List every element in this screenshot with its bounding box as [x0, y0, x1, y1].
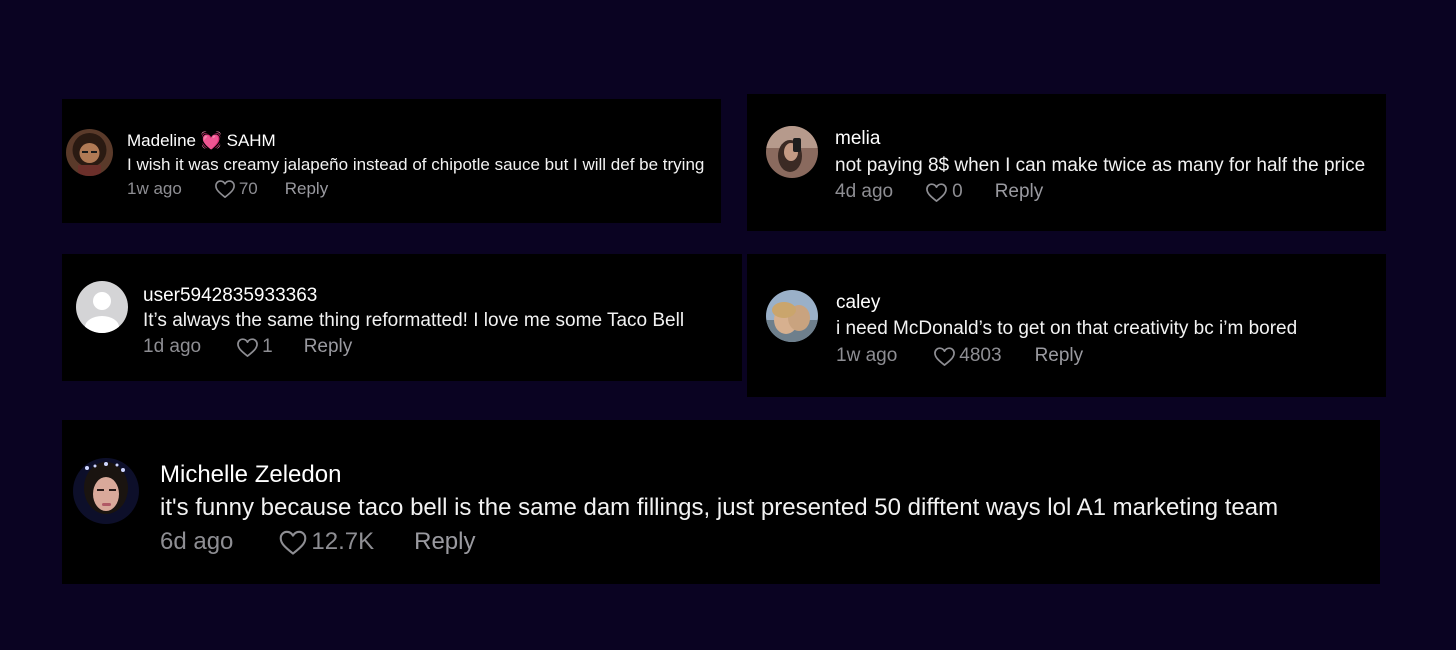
like-button[interactable]: 1 — [236, 336, 273, 358]
reply-button[interactable]: Reply — [1035, 345, 1084, 367]
like-count: 1 — [262, 336, 273, 357]
comment-card: caley i need McDonald’s to get on that c… — [747, 254, 1386, 397]
like-count: 70 — [238, 179, 258, 198]
avatar[interactable] — [766, 126, 818, 178]
comment-card: Michelle Zeledon it's funny because taco… — [62, 420, 1380, 584]
comment-username[interactable]: Madeline 💓 SAHM — [127, 131, 276, 151]
like-button[interactable]: 4803 — [933, 345, 1002, 367]
comment-username[interactable]: user5942835933363 — [143, 285, 317, 307]
comment-time: 4d ago — [835, 181, 894, 202]
heart-outline-icon — [280, 530, 307, 555]
reply-button[interactable]: Reply — [285, 179, 328, 199]
comment-meta: 4d ago 0 Reply — [835, 181, 1043, 203]
comment-meta: 1w ago 4803 Reply — [836, 345, 1083, 367]
comment-card: user5942835933363 It’s always the same t… — [62, 254, 742, 381]
heart-outline-icon — [926, 182, 948, 202]
reply-button[interactable]: Reply — [995, 181, 1044, 203]
reply-button[interactable]: Reply — [304, 336, 353, 358]
comment-text: It’s always the same thing reformatted! … — [143, 310, 685, 331]
heart-outline-icon — [237, 337, 259, 357]
comment-time: 1w ago — [127, 179, 182, 198]
comment-card: Madeline 💓 SAHM I wish it was creamy jal… — [62, 99, 721, 223]
comment-username[interactable]: melia — [835, 128, 880, 150]
comment-time: 6d ago — [160, 528, 234, 555]
like-count: 12.7K — [311, 528, 375, 555]
comment-text: it's funny because taco bell is the same… — [160, 494, 1279, 521]
comment-meta: 1d ago 1 Reply — [143, 336, 352, 358]
comment-username[interactable]: Michelle Zeledon — [160, 461, 341, 489]
avatar[interactable] — [73, 458, 139, 524]
comment-text: i need McDonald’s to get on that creativ… — [836, 318, 1298, 339]
avatar[interactable] — [66, 129, 113, 176]
comment-meta: 1w ago 70 Reply — [127, 179, 328, 199]
like-count: 4803 — [959, 345, 1002, 366]
comment-time: 1d ago — [143, 336, 202, 357]
comment-text: not paying 8$ when I can make twice as m… — [835, 155, 1366, 176]
reply-button[interactable]: Reply — [414, 528, 475, 556]
like-button[interactable]: 0 — [925, 181, 963, 203]
default-avatar[interactable] — [76, 281, 128, 333]
comment-time: 1w ago — [836, 345, 898, 366]
comment-username[interactable]: caley — [836, 292, 880, 314]
comment-meta: 6d ago 12.7K Reply — [160, 528, 475, 556]
heart-outline-icon — [214, 180, 235, 198]
comment-text: I wish it was creamy jalapeño instead of… — [127, 155, 705, 174]
heart-outline-icon — [934, 346, 956, 366]
like-count: 0 — [952, 181, 963, 202]
avatar[interactable] — [766, 290, 818, 342]
like-button[interactable]: 12.7K — [278, 528, 374, 556]
comment-card: melia not paying 8$ when I can make twic… — [747, 94, 1386, 231]
like-button[interactable]: 70 — [214, 179, 258, 199]
